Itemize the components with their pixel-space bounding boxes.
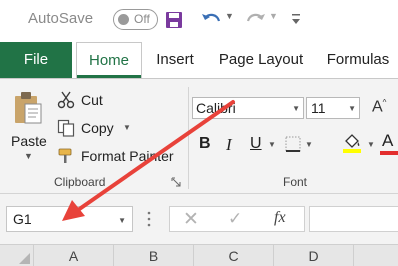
font-size-value: 11 (311, 100, 326, 116)
column-header-d[interactable]: D (274, 245, 354, 266)
bold-button[interactable]: B (199, 135, 211, 153)
tab-insert[interactable]: Insert (150, 42, 200, 78)
format-painter-icon (58, 148, 72, 163)
font-size-select[interactable]: 11 ▼ (306, 97, 360, 119)
tab-page-layout[interactable]: Page Layout (212, 42, 310, 78)
chevron-down-icon: ▼ (118, 216, 126, 225)
redo-dropdown-icon[interactable]: ▼ (269, 11, 278, 21)
chevron-down-icon: ▼ (348, 104, 356, 113)
chevron-down-icon: ▼ (292, 104, 300, 113)
save-icon[interactable] (165, 11, 183, 29)
cut-label: Cut (81, 92, 103, 108)
font-color-swatch (380, 151, 398, 155)
italic-button[interactable]: I (226, 135, 232, 155)
tab-home[interactable]: Home (76, 42, 142, 78)
format-painter-button[interactable]: Format Painter (57, 146, 187, 168)
undo-dropdown-icon[interactable]: ▼ (225, 11, 234, 21)
toggle-knob (118, 14, 129, 25)
enter-icon[interactable]: ✓ (228, 209, 242, 229)
scissors-icon (57, 91, 75, 109)
fill-color-icon[interactable] (341, 132, 363, 154)
ribbon-tabs: File Home Insert Page Layout Formulas (0, 42, 398, 78)
formula-bar: G1 ▼ ✕ ✓ fx (0, 194, 398, 244)
copy-label: Copy (81, 120, 114, 136)
insert-function-button[interactable]: fx (274, 209, 286, 227)
clipboard-group-label: Clipboard (54, 175, 106, 189)
font-name-select[interactable]: Calibri ▼ (192, 97, 304, 119)
name-box[interactable]: G1 ▼ (6, 206, 133, 232)
paste-dropdown-icon[interactable]: ▼ (24, 151, 33, 161)
underline-dropdown-icon[interactable]: ▼ (268, 140, 276, 149)
font-name-value: Calibri (196, 100, 236, 116)
column-headers: A B C D (0, 244, 398, 266)
select-all-icon (19, 253, 30, 264)
customize-toolbar-icon[interactable] (289, 10, 303, 28)
formula-buttons: ✕ ✓ fx (169, 206, 305, 232)
font-color-button[interactable]: A (382, 131, 393, 151)
formula-input[interactable] (309, 206, 398, 232)
copy-button[interactable]: Copy ▼ (57, 118, 167, 140)
copy-icon (57, 119, 75, 137)
caret-up-icon: ^ (382, 98, 387, 107)
autosave-label: AutoSave (28, 10, 94, 27)
column-header-b[interactable]: B (114, 245, 194, 266)
name-box-value: G1 (13, 211, 32, 227)
fill-color-dropdown-icon[interactable]: ▼ (367, 140, 375, 149)
undo-icon[interactable] (200, 10, 222, 28)
borders-dropdown-icon[interactable]: ▼ (305, 140, 313, 149)
cancel-icon[interactable]: ✕ (183, 208, 199, 231)
ribbon: Paste ▼ Cut Copy ▼ Format Painter Clipbo… (0, 78, 398, 194)
format-painter-label: Format Painter (81, 148, 174, 164)
paste-button[interactable]: Paste (11, 133, 47, 149)
increase-font-size-button[interactable]: A^ (372, 98, 386, 116)
autosave-state: Off (134, 12, 150, 26)
underline-button[interactable]: U (250, 135, 262, 153)
copy-dropdown-icon[interactable]: ▼ (123, 123, 131, 132)
dialog-launcher-icon[interactable] (171, 177, 181, 187)
tab-file[interactable]: File (0, 42, 72, 78)
borders-icon[interactable] (285, 136, 301, 152)
formula-bar-handle-icon[interactable] (147, 210, 151, 228)
select-all-button[interactable] (0, 245, 34, 266)
font-group-label: Font (283, 175, 308, 189)
title-bar: AutoSave Off ▼ ▼ (0, 0, 398, 42)
cut-button[interactable]: Cut (57, 90, 167, 112)
column-header-a[interactable]: A (34, 245, 114, 266)
grow-font-label: A (372, 98, 383, 116)
tab-formulas[interactable]: Formulas (322, 42, 394, 78)
column-header-c[interactable]: C (194, 245, 274, 266)
paste-icon[interactable] (13, 91, 43, 125)
redo-icon[interactable] (245, 10, 267, 28)
autosave-toggle[interactable]: Off (113, 9, 158, 30)
group-divider (188, 87, 189, 189)
tab-home-label: Home (88, 52, 129, 69)
